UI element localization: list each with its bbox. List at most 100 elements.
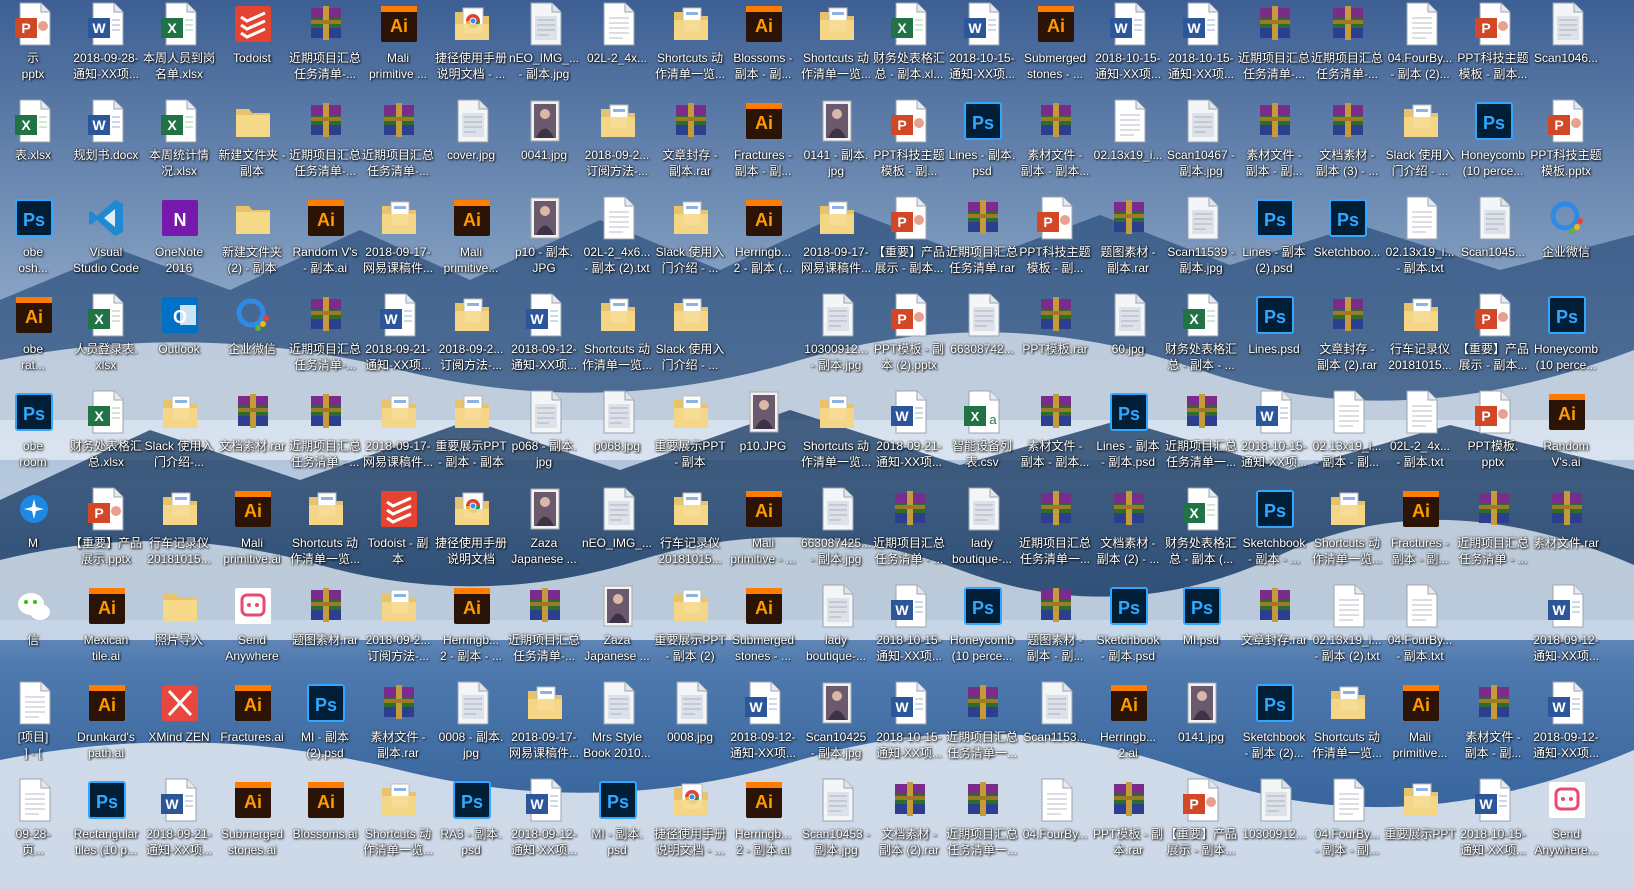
desktop-icon[interactable]: Shortcuts 动 作清单一览... [288, 485, 362, 583]
desktop-icon[interactable]: Todoist - 副 本 [361, 485, 435, 583]
desktop-icon[interactable]: 近期项目汇总 任务清单-... [507, 582, 581, 680]
desktop-icon[interactable]: Ps Sketchboo... [1310, 194, 1384, 292]
desktop-icon[interactable]: O Outlook [142, 291, 216, 389]
desktop-icon[interactable]: Ai Mali primitive... [1383, 679, 1457, 777]
desktop-icon[interactable] [1456, 582, 1530, 680]
desktop-icon[interactable]: 文档素材 - 副本 (3) - ... [1310, 97, 1384, 195]
desktop-icon[interactable]: 近期项目汇总 任务清单一... [945, 776, 1019, 874]
desktop-icon[interactable]: Shortcuts 动 作清单一览... [1310, 679, 1384, 777]
desktop-icon[interactable]: X 财务处表格汇 总 - 副本 (... [1164, 485, 1238, 583]
desktop-icon[interactable]: P PPT科技主题 模板.pptx [1529, 97, 1603, 195]
desktop-icon[interactable]: 行车记录仪 20181015... [1383, 291, 1457, 389]
desktop-icon[interactable]: W 2018-10-15- 通知-XX项... [872, 679, 946, 777]
desktop-icon[interactable]: cover.jpg [434, 97, 508, 195]
desktop-icon[interactable]: W 2018-09-12- 通知-XX项... [1529, 679, 1603, 777]
desktop-icon[interactable]: Ai Mali primitive ... [361, 0, 435, 98]
desktop-icon[interactable]: X 表.xlsx [0, 97, 70, 195]
desktop-icon[interactable]: 04.FourBy... - 副本 - 副... [1310, 776, 1384, 874]
desktop-icon[interactable]: Ai Submerged stones - ... [1018, 0, 1092, 98]
desktop-icon[interactable]: 近期项目汇总 任务清单-... [288, 0, 362, 98]
desktop-icon[interactable]: XMind ZEN [142, 679, 216, 777]
desktop-icon[interactable]: 60.jpg [1091, 291, 1165, 389]
desktop-icon[interactable]: 2018-09-17- 网易课稿件... [507, 679, 581, 777]
desktop-icon[interactable]: 2018-09-2... 订阅方法-... [580, 97, 654, 195]
desktop-icon[interactable]: Ai Herringb... 2 - 副本 - ... [434, 582, 508, 680]
desktop-icon[interactable]: Visual Studio Code [69, 194, 143, 292]
desktop-icon[interactable]: 捷径使用手册 说明文档 - ... [434, 0, 508, 98]
desktop-icon[interactable]: Ai Fractures - 副本 - 副... [1383, 485, 1457, 583]
desktop-icon[interactable]: Todoist [215, 0, 289, 98]
desktop-icon[interactable]: 04.FourBy... - 副本 (2)... [1383, 0, 1457, 98]
desktop-icon[interactable] [726, 291, 800, 389]
desktop-icon[interactable]: 文档素材 - 副本 (2).rar [872, 776, 946, 874]
desktop-icon[interactable]: 02L-2_4x6... - 副本 (2).txt [580, 194, 654, 292]
desktop-icon[interactable]: Ai Mali primitive - ... [726, 485, 800, 583]
desktop-icon[interactable]: X 财务处表格汇 总.xlsx [69, 388, 143, 486]
desktop-icon[interactable]: 近期项目汇总 任务清单一... [945, 679, 1019, 777]
desktop-icon[interactable]: Ps Lines - 副本 (2).psd [1237, 194, 1311, 292]
desktop-icon[interactable]: Ai Mali primitive.ai [215, 485, 289, 583]
desktop-icon[interactable]: Slack 使用入 门介绍 - ... [653, 194, 727, 292]
desktop-icon[interactable]: 近期项目汇总 任务清单-... [1310, 0, 1384, 98]
desktop-icon[interactable]: Ai Blossoms.ai [288, 776, 362, 874]
desktop-icon[interactable]: Scan11539 - 副本.jpg [1164, 194, 1238, 292]
desktop-icon[interactable]: 近期项目汇总 任务清单一... [1018, 485, 1092, 583]
desktop-icon[interactable]: W 2018-09-12- 通知-XX项... [1529, 582, 1603, 680]
desktop-icon[interactable]: 2018-09-2... 订阅方法-... [361, 582, 435, 680]
desktop-icon[interactable]: Ps Sketchbook - 副本 (2)... [1237, 679, 1311, 777]
desktop-icon[interactable]: W 规划书.docx [69, 97, 143, 195]
desktop-icon[interactable]: X 财务处表格汇 总 - 副本.xl... [872, 0, 946, 98]
desktop-icon[interactable]: W 2018-09-21- 通知-XX项... [142, 776, 216, 874]
desktop-icon[interactable]: P PPT科技主题 模板 - 副本... [1456, 0, 1530, 98]
desktop-icon[interactable]: Xa 智能设备列 表.csv [945, 388, 1019, 486]
desktop-icon[interactable]: Ai Mali primitive... [434, 194, 508, 292]
desktop-icon[interactable]: p10 - 副本. JPG [507, 194, 581, 292]
desktop-icon[interactable]: PPT模板 - 副 本.rar [1091, 776, 1165, 874]
desktop-icon[interactable]: Slack 使用入 门介绍 - ... [653, 291, 727, 389]
desktop-icon[interactable]: 2018-09-2... 订阅方法-... [434, 291, 508, 389]
desktop-icon[interactable]: W 2018-10-15- 通知-XX项... [1456, 776, 1530, 874]
desktop-icon[interactable]: X 本周人员到岗 名单.xlsx [142, 0, 216, 98]
desktop-icon[interactable]: P PPT科技主题 模板 - 副... [1018, 194, 1092, 292]
desktop-icon[interactable]: Ai Blossoms - 副本 - 副... [726, 0, 800, 98]
desktop-icon[interactable]: 素材文件.rar [1529, 485, 1603, 583]
desktop-icon[interactable]: Mrs Style Book 2010... [580, 679, 654, 777]
desktop-icon[interactable]: 素材文件 - 副本 - 副本... [1018, 388, 1092, 486]
desktop-icon[interactable]: 近期项目汇总 任务清单-... [288, 97, 362, 195]
desktop-icon[interactable]: Scan1045... [1456, 194, 1530, 292]
desktop-icon[interactable]: 文章封存.rar [1237, 582, 1311, 680]
desktop-icon[interactable]: 行车记录仪 20181015... [142, 485, 216, 583]
desktop-icon[interactable]: Ai Herringb... 2 - 副本 (... [726, 194, 800, 292]
desktop-icon[interactable]: Ps Honeycomb (10 perce... [945, 582, 1019, 680]
desktop-icon[interactable]: nEO_IMG_... - 副本.jpg [507, 0, 581, 98]
desktop-icon[interactable]: W 2018-09-21- 通知-XX项... [361, 291, 435, 389]
desktop-icon[interactable]: 02L-2_4x... [580, 0, 654, 98]
desktop-icon[interactable]: Shortcuts 动 作清单一览... [799, 388, 873, 486]
desktop-icon[interactable]: 文档素材.rar [215, 388, 289, 486]
desktop-icon[interactable]: 2018-09-17- 网易课稿件... [799, 194, 873, 292]
desktop-icon[interactable]: N OneNote 2016 [142, 194, 216, 292]
desktop-icon[interactable]: 文章封存 - 副本 (2).rar [1310, 291, 1384, 389]
desktop-icon[interactable]: Ai Mexican tile.ai [69, 582, 143, 680]
desktop-icon[interactable]: P PPT科技主题 模板 - 副... [872, 97, 946, 195]
desktop-icon[interactable]: P PPT模板. pptx [1456, 388, 1530, 486]
desktop-icon[interactable]: X 本周统计情 况.xlsx [142, 97, 216, 195]
desktop-icon[interactable]: W 2018-10-15- 通知-XX项... [945, 0, 1019, 98]
desktop-icon[interactable]: 0041.jpg [507, 97, 581, 195]
desktop-icon[interactable]: 09-28- 页... [0, 776, 70, 874]
desktop-icon[interactable]: Ps Rectangular tiles (10 p... [69, 776, 143, 874]
desktop-icon[interactable]: lady boutique-... [799, 582, 873, 680]
desktop-icon[interactable]: 重要展示PPT - 副本 (2) [653, 582, 727, 680]
desktop-icon[interactable]: 66308742... [945, 291, 1019, 389]
desktop-icon[interactable]: Ai Herringb... 2.ai [1091, 679, 1165, 777]
desktop-icon[interactable]: X 人员登录表. xlsx [69, 291, 143, 389]
desktop-icon[interactable]: 照片导入 [142, 582, 216, 680]
desktop-icon[interactable]: Scan1046... [1529, 0, 1603, 98]
desktop-icon[interactable]: Shortcuts 动 作清单一览... [580, 291, 654, 389]
desktop-icon[interactable]: 素材文件 - 副本 - 副... [1456, 679, 1530, 777]
desktop-icon[interactable]: 04.FourBy... [1018, 776, 1092, 874]
desktop-icon[interactable]: 0141.jpg [1164, 679, 1238, 777]
desktop-icon[interactable]: 素材文件 - 副本.rar [361, 679, 435, 777]
desktop-icon[interactable]: 企业微信 [1529, 194, 1603, 292]
desktop-icon[interactable]: Scan1153... [1018, 679, 1092, 777]
